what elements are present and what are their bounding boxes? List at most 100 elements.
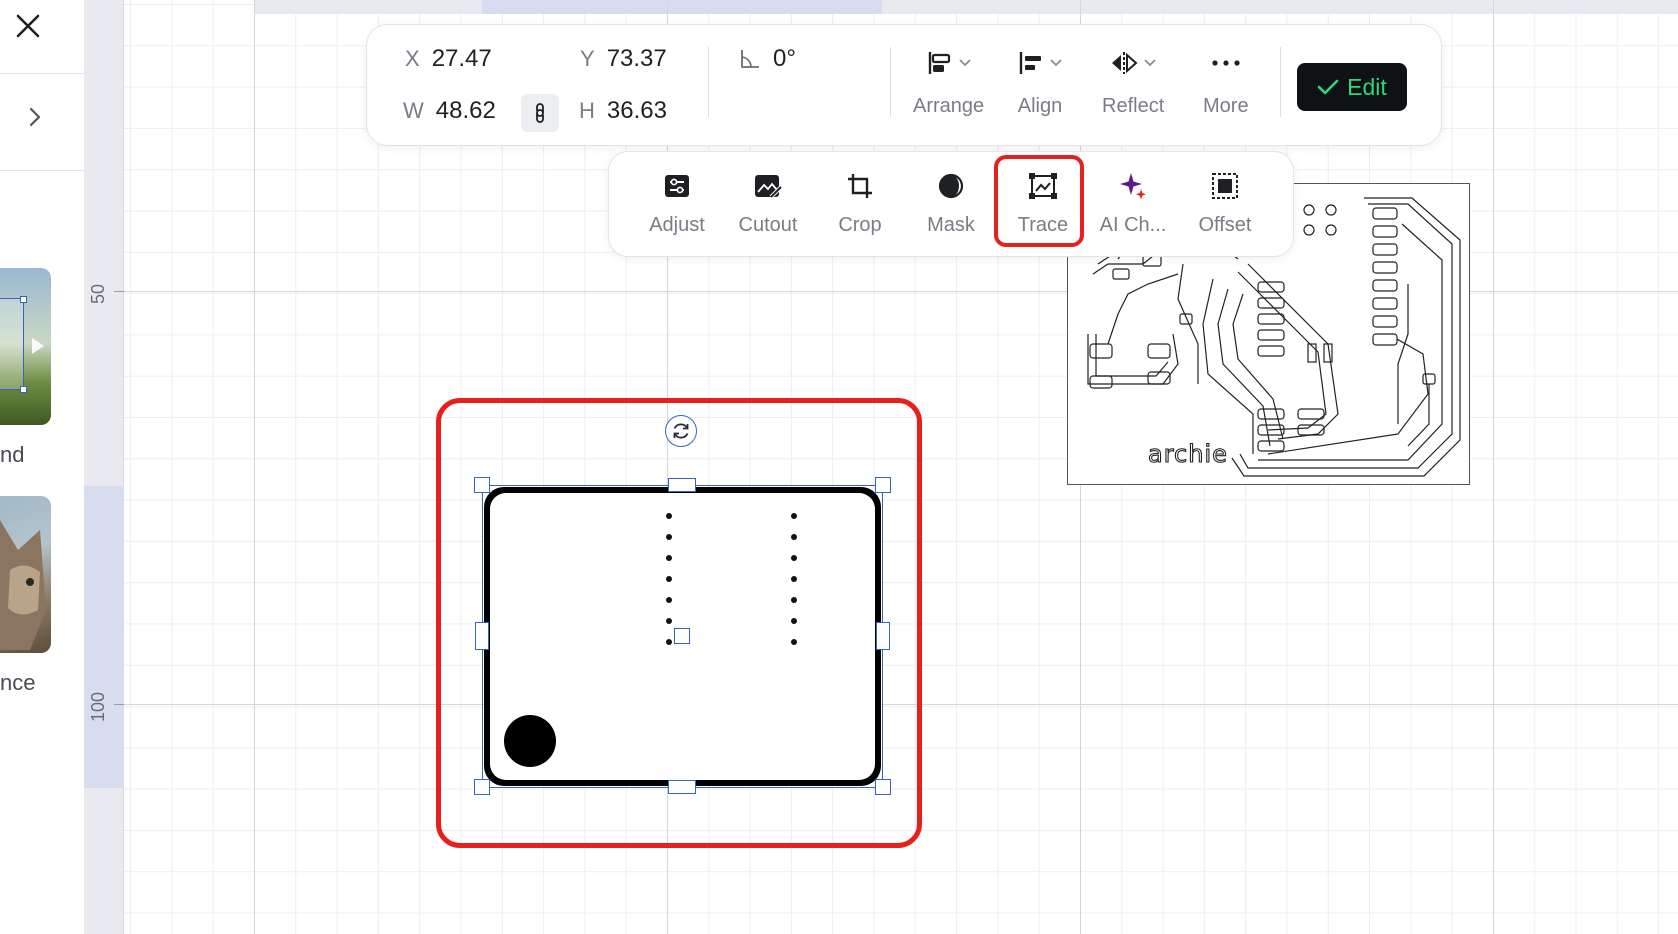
y-field[interactable]: Y 73.37 bbox=[580, 45, 667, 73]
chevron-down-icon bbox=[1144, 59, 1156, 67]
mask-label: Mask bbox=[927, 214, 975, 236]
mask-button[interactable]: Mask bbox=[907, 166, 995, 246]
ruler-label: 50 bbox=[88, 283, 108, 304]
left-panel: nd nce bbox=[0, 0, 84, 934]
thumbnail-handle bbox=[20, 296, 27, 303]
divider bbox=[0, 73, 84, 74]
ruler-highlight bbox=[84, 486, 124, 788]
width-field[interactable]: W 48.62 bbox=[403, 97, 496, 125]
horizontal-ruler bbox=[254, 0, 1678, 14]
x-value: 27.47 bbox=[431, 45, 492, 72]
y-value: 73.37 bbox=[606, 45, 667, 72]
link-icon bbox=[536, 103, 544, 123]
edit-button[interactable]: Edit bbox=[1297, 63, 1407, 111]
lock-ratio-button[interactable] bbox=[521, 94, 559, 132]
check-icon bbox=[1317, 79, 1339, 95]
arrange-icon bbox=[928, 52, 950, 74]
property-toolbar: X 27.47 Y 73.37 W 48.62 H 36.63 0° Arran… bbox=[366, 24, 1442, 146]
pivot-handle[interactable] bbox=[674, 628, 690, 644]
ruler-highlight bbox=[482, 0, 882, 14]
h-value: 36.63 bbox=[606, 97, 667, 124]
resize-handle-bottom-right[interactable] bbox=[875, 779, 891, 795]
ai-change-label: AI Ch... bbox=[1099, 214, 1167, 236]
trace-icon bbox=[1029, 173, 1057, 199]
resize-handle-bottom-left[interactable] bbox=[474, 779, 490, 795]
h-label: H bbox=[579, 98, 595, 123]
offset-label: Offset bbox=[1198, 214, 1252, 236]
image-tools-toolbar: Adjust Cutout Crop Mask Trace AI Ch... O… bbox=[608, 151, 1294, 257]
crop-icon bbox=[848, 174, 872, 198]
chevron-right-icon bbox=[29, 107, 41, 127]
height-field[interactable]: H 36.63 bbox=[579, 97, 667, 125]
rotate-icon bbox=[673, 423, 689, 439]
grid-major-line bbox=[1493, 0, 1494, 934]
resize-handle-right[interactable] bbox=[876, 622, 890, 650]
arrange-button[interactable]: Arrange bbox=[913, 43, 984, 133]
more-label: More bbox=[1203, 95, 1249, 117]
rotate-handle[interactable] bbox=[665, 415, 697, 447]
trace-label: Trace bbox=[1017, 214, 1069, 236]
cat-photo-icon bbox=[0, 520, 46, 650]
trace-button[interactable]: Trace bbox=[999, 166, 1087, 246]
template-thumbnail[interactable] bbox=[0, 496, 51, 653]
grid-major-line bbox=[254, 0, 255, 934]
more-dots-icon bbox=[1212, 60, 1240, 66]
edit-label: Edit bbox=[1347, 73, 1387, 100]
toolbar-separator bbox=[890, 47, 891, 117]
x-field[interactable]: X 27.47 bbox=[405, 45, 492, 73]
w-value: 48.62 bbox=[435, 97, 496, 124]
cutout-button[interactable]: Cutout bbox=[724, 166, 812, 246]
reflect-button[interactable]: Reflect bbox=[1102, 43, 1164, 133]
offset-button[interactable]: Offset bbox=[1181, 166, 1269, 246]
crop-button[interactable]: Crop bbox=[816, 166, 904, 246]
rotation-field[interactable]: 0° bbox=[739, 45, 796, 73]
thumbnail-label: nd bbox=[0, 442, 25, 467]
align-button[interactable]: Align bbox=[1017, 43, 1063, 133]
thumbnail-label: nce bbox=[0, 670, 36, 695]
resize-handle-left[interactable] bbox=[475, 622, 489, 650]
ai-change-button[interactable]: AI Ch... bbox=[1089, 166, 1177, 246]
ruler-tick bbox=[114, 291, 124, 292]
grid-major-line bbox=[124, 704, 1678, 705]
adjust-icon bbox=[665, 175, 689, 197]
play-arrow-icon bbox=[32, 338, 44, 354]
ai-sparkle-icon bbox=[1120, 173, 1146, 200]
offset-icon bbox=[1212, 173, 1238, 199]
thumbnail-selection bbox=[0, 298, 24, 390]
angle-icon bbox=[741, 50, 759, 68]
divider bbox=[0, 170, 84, 171]
chevron-down-icon bbox=[958, 59, 971, 67]
align-label: Align bbox=[1017, 95, 1063, 117]
w-label: W bbox=[403, 98, 424, 123]
ruler-tick bbox=[114, 704, 124, 705]
resize-handle-top[interactable] bbox=[668, 478, 696, 492]
thumbnail-handle bbox=[20, 386, 27, 393]
x-label: X bbox=[405, 46, 420, 71]
close-button[interactable] bbox=[8, 6, 48, 46]
ruler-label: 100 bbox=[88, 691, 108, 722]
cutout-label: Cutout bbox=[738, 214, 798, 236]
more-button[interactable]: More bbox=[1203, 43, 1249, 133]
chevron-down-icon bbox=[1050, 59, 1062, 67]
adjust-button[interactable]: Adjust bbox=[633, 166, 721, 246]
adjust-label: Adjust bbox=[649, 214, 705, 236]
reflect-icon bbox=[1112, 52, 1138, 74]
reflect-label: Reflect bbox=[1102, 95, 1165, 117]
y-label: Y bbox=[580, 46, 595, 71]
template-thumbnail[interactable] bbox=[0, 268, 51, 425]
angle-value: 0° bbox=[773, 45, 796, 72]
close-icon bbox=[16, 14, 40, 38]
align-left-icon bbox=[1019, 52, 1041, 74]
vertical-ruler: 50 100 bbox=[84, 0, 124, 934]
mask-icon bbox=[938, 173, 964, 199]
resize-handle-bottom[interactable] bbox=[668, 780, 696, 794]
cutout-icon bbox=[755, 175, 783, 199]
arrange-label: Arrange bbox=[913, 95, 985, 117]
crop-label: Crop bbox=[838, 214, 882, 236]
pcb-label: archie bbox=[1147, 439, 1228, 468]
toolbar-separator bbox=[708, 47, 709, 117]
expand-panel-button[interactable] bbox=[18, 100, 52, 134]
resize-handle-top-right[interactable] bbox=[875, 477, 891, 493]
resize-handle-top-left[interactable] bbox=[474, 477, 490, 493]
toolbar-separator bbox=[1280, 47, 1281, 117]
